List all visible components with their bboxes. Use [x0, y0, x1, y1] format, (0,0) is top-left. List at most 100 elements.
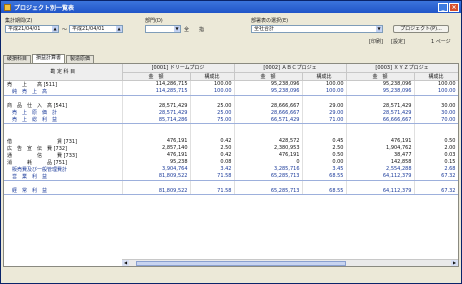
amount-cell	[346, 180, 415, 187]
project3-header: [0003] ＸＹＺプロジェ	[346, 64, 458, 73]
project1-header: [0001] ドリームプロジ	[122, 64, 235, 73]
row-label: 売 上 総 利 益	[4, 116, 123, 124]
spin-icon[interactable]: ▲	[52, 26, 58, 32]
scroll-left-icon[interactable]: ◀	[122, 260, 129, 266]
chevron-down-icon[interactable]: ▼	[174, 26, 180, 32]
amount-cell: 95,238	[122, 158, 191, 166]
minimize-button[interactable]: _	[438, 2, 448, 12]
ratio-cell	[190, 180, 235, 187]
amount-cell: 28,666,667	[234, 109, 303, 116]
amount-cell: 28,571,429	[346, 109, 415, 116]
ratio-cell: 2.50	[190, 144, 235, 152]
amount-cell: 114,286,715	[122, 80, 191, 88]
ratio-cell: 70.00	[414, 116, 458, 124]
row-label: 消 耗 品 [751]	[4, 158, 123, 166]
spin-icon[interactable]: ▲	[116, 26, 122, 32]
ratio-cell	[302, 180, 347, 187]
ratio-cell: 3.45	[302, 165, 347, 173]
ratio-cell: 0.08	[190, 158, 235, 166]
ratio-cell: 0.42	[190, 137, 235, 145]
company-field[interactable]: 全社合計 ▼	[251, 25, 383, 33]
ratio-cell: 30.00	[414, 102, 458, 109]
company-label: 部署表の選択(E)	[251, 18, 289, 24]
amount-cell: 476,191	[122, 151, 191, 159]
app-icon	[4, 3, 11, 11]
ratio-cell	[414, 95, 458, 102]
amount-cell	[122, 95, 191, 102]
ratio-cell: 67.32	[414, 172, 458, 181]
title-bar: プロジェクト別一覧表 _ ×	[1, 1, 461, 13]
ratio-cell: 0.00	[302, 158, 347, 166]
amount-cell	[234, 95, 303, 102]
print-button[interactable]: [印刷]	[369, 38, 383, 45]
row-label	[4, 95, 123, 102]
ratio-cell	[190, 95, 235, 102]
table-row: 売 上 原 価 計 28,571,429 25.00 28,666,667 29.00 2…	[4, 109, 458, 116]
ratio-header: 構成比	[414, 72, 458, 81]
amount-cell: 64,112,379	[346, 172, 415, 181]
row-label	[4, 123, 123, 131]
filter-panel: 集計期間(Z) 平成21/04/01 ▲ ～ 平成21/04/01 ▲ 部門(D) …	[3, 15, 459, 49]
amount-cell: 142,858	[346, 158, 415, 166]
amount-cell: 2,380,953	[234, 144, 303, 152]
table-row: 純 売 上 高 114,285,715 100.00 95,238,096 100.00…	[4, 87, 458, 96]
horizontal-scrollbar[interactable]: ◀ ▶	[122, 259, 458, 266]
close-button[interactable]: ×	[449, 2, 459, 12]
amount-cell: 28,571,429	[122, 109, 191, 116]
row-label: 経 常 利 益	[4, 187, 123, 195]
amount-header: 金 額	[346, 72, 415, 81]
table-row	[4, 123, 458, 131]
ratio-cell: 29.00	[302, 102, 347, 109]
amount-cell: 38,477	[346, 151, 415, 159]
row-label: 売 上 高 [511]	[4, 80, 123, 88]
table-row: 経 常 利 益 81,809,522 71.58 65,285,713 68.55 64,…	[4, 187, 458, 195]
period-from-field[interactable]: 平成21/04/01 ▲	[5, 25, 59, 33]
company-value: 全社合計	[254, 26, 275, 32]
row-label: 純 売 上 高	[4, 87, 123, 96]
ratio-cell: 30.00	[414, 109, 458, 116]
ratio-cell: 100.00	[302, 87, 347, 96]
ratio-cell: 71.00	[302, 116, 347, 124]
report-grid: 勘 定 科 目 [0001] ドリームプロジ [0002] ＡＢＣプロジェ [0…	[3, 63, 459, 267]
amount-cell	[346, 123, 415, 131]
amount-cell: 0	[234, 158, 303, 166]
ratio-cell	[414, 123, 458, 131]
tab-manufacturing-cost[interactable]: 製造原価	[66, 55, 95, 63]
ratio-cell: 0.15	[414, 158, 458, 166]
period-to-value: 平成21/04/01	[72, 26, 105, 32]
ratio-cell: 2.00	[414, 144, 458, 152]
dept-field[interactable]: ▼	[145, 25, 181, 33]
settings-button[interactable]: [設定]	[391, 38, 405, 45]
ratio-cell: 3.42	[190, 165, 235, 173]
ratio-cell: 25.00	[190, 102, 235, 109]
table-row: 広 告 宣 伝 費 [732] 2,857,140 2.50 2,380,953 2.5…	[4, 144, 458, 152]
amount-cell: 2,554,288	[346, 165, 415, 173]
ratio-cell: 67.32	[414, 187, 458, 195]
project-button[interactable]: プロジェクト(P)...	[393, 25, 449, 33]
period-label: 集計期間(Z)	[5, 18, 33, 24]
tab-income-statement[interactable]: 損益計算書	[32, 54, 66, 63]
amount-cell	[346, 95, 415, 102]
page-indicator: 1 ページ	[431, 39, 451, 45]
table-row: 営 業 利 益 81,809,522 71.58 65,285,713 68.55 64,…	[4, 172, 458, 181]
dept-suffix: 全	[184, 27, 190, 33]
ratio-cell: 0.45	[302, 137, 347, 145]
chevron-down-icon[interactable]: ▼	[376, 26, 382, 32]
amount-cell	[122, 123, 191, 131]
dept-label: 部門(D)	[145, 18, 163, 24]
period-to-field[interactable]: 平成21/04/01 ▲	[69, 25, 123, 33]
dept-select-button[interactable]: 指	[199, 26, 204, 33]
scroll-thumb[interactable]	[136, 261, 346, 266]
report-body: 売 上 高 [511] 114,286,715 100.00 95,238,096 10…	[4, 80, 458, 195]
row-label: 借 賃 [731]	[4, 137, 123, 145]
row-label: 販売費及び一般管理費計	[4, 165, 123, 173]
amount-cell: 476,191	[122, 137, 191, 145]
ratio-cell: 75.00	[190, 116, 235, 124]
amount-cell	[346, 130, 415, 138]
project2-header: [0002] ＡＢＣプロジェ	[234, 64, 347, 73]
status-bar	[3, 269, 459, 281]
table-row	[4, 130, 458, 138]
amount-cell: 95,238,096	[234, 87, 303, 96]
tab-balance[interactable]: 破損科目	[3, 55, 32, 63]
scroll-right-icon[interactable]: ▶	[451, 260, 458, 266]
